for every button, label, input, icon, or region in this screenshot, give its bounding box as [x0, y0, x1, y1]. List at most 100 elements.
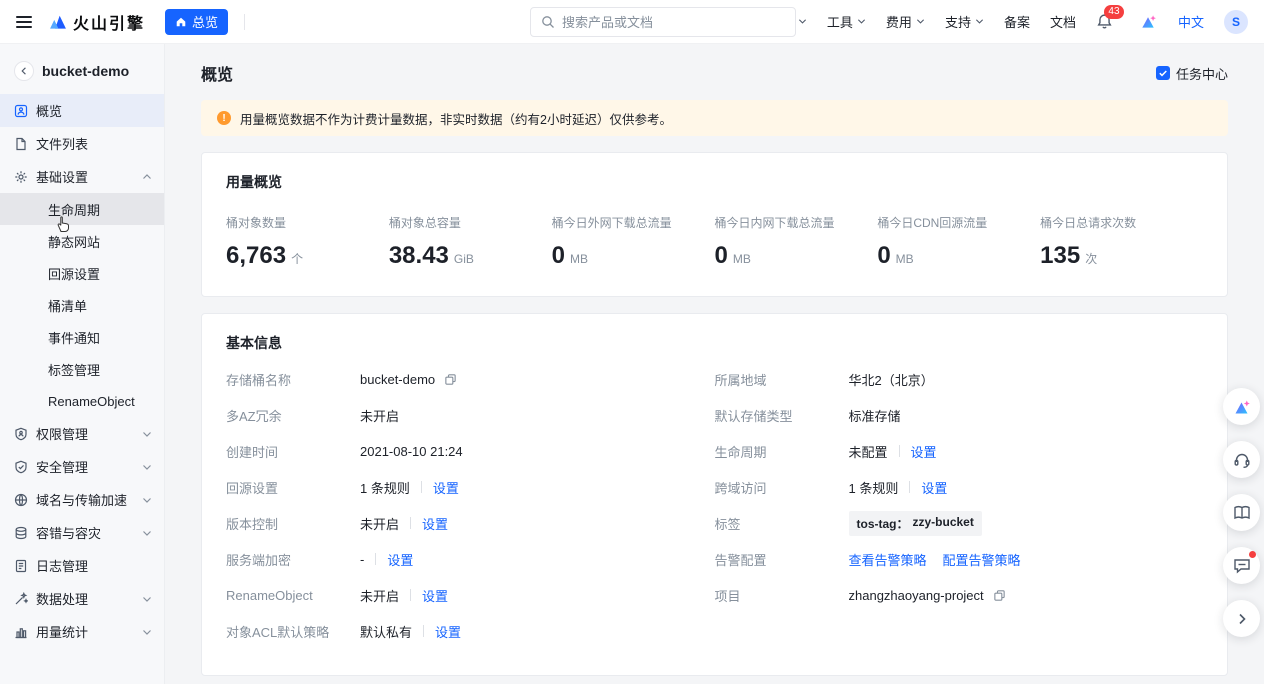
divider — [410, 517, 411, 529]
cors-settings-link[interactable]: 设置 — [921, 478, 947, 497]
language-switcher[interactable]: 中文 — [1178, 12, 1204, 31]
brand-name: 火山引擎 — [73, 10, 145, 34]
origin-settings-link[interactable]: 设置 — [433, 478, 459, 497]
stat-unit: MB — [733, 252, 751, 266]
rename-settings-link[interactable]: 设置 — [422, 586, 448, 605]
tag-key: tos-tag： — [857, 515, 909, 532]
stat-object-count: 桶对象数量 6,763个 — [226, 214, 389, 270]
sidebar-subitem-label: RenameObject — [48, 394, 135, 409]
magic-wand-icon — [14, 592, 28, 606]
nav-tools-label: 工具 — [827, 12, 853, 31]
nav-tools[interactable]: 工具 — [827, 12, 866, 31]
brand-logo[interactable]: 火山引擎 — [48, 10, 145, 34]
sidebar-subitem-label: 生命周期 — [48, 200, 100, 219]
collapse-float-button[interactable] — [1223, 600, 1260, 637]
sidebar-subitem-bucket-inventory[interactable]: 桶清单 — [0, 289, 164, 321]
nav-docs[interactable]: 文档 — [1050, 12, 1076, 31]
support-float-button[interactable] — [1223, 441, 1260, 478]
sidebar-item-log-management[interactable]: 日志管理 — [0, 549, 164, 582]
search-box[interactable] — [530, 7, 796, 37]
sidebar-item-label: 用量统计 — [36, 622, 88, 641]
log-document-icon — [14, 559, 28, 573]
hamburger-menu-icon[interactable] — [16, 16, 32, 28]
sidebar-item-security-management[interactable]: 安全管理 — [0, 450, 164, 483]
sidebar-item-label: 权限管理 — [36, 424, 88, 443]
sidebar-item-label: 文件列表 — [36, 134, 88, 153]
sidebar-item-usage-statistics[interactable]: 用量统计 — [0, 615, 164, 648]
bucket-title: bucket-demo — [42, 63, 129, 79]
sidebar-subitem-tag-management[interactable]: 标签管理 — [0, 353, 164, 385]
configure-alarm-policy-link[interactable]: 配置告警策略 — [943, 550, 1021, 569]
nav-support[interactable]: 支持 — [945, 12, 984, 31]
sidebar-item-basic-settings[interactable]: 基础设置 — [0, 160, 164, 193]
feedback-float-button[interactable] — [1223, 547, 1260, 584]
shield-check-icon — [14, 460, 28, 474]
chevron-left-icon — [19, 66, 29, 76]
docs-float-button[interactable] — [1223, 494, 1260, 531]
row-multi-az: 多AZ冗余 未开启 — [226, 397, 715, 433]
row-region: 所属地域 华北2（北京） — [715, 361, 1204, 397]
rewards-icon[interactable] — [1139, 12, 1158, 31]
lifecycle-settings-link[interactable]: 设置 — [911, 442, 937, 461]
versioning-settings-link[interactable]: 设置 — [422, 514, 448, 533]
sidebar-item-label: 安全管理 — [36, 457, 88, 476]
row-created-time: 创建时间 2021-08-10 21:24 — [226, 433, 715, 469]
view-alarm-policy-link[interactable]: 查看告警策略 — [849, 550, 927, 569]
row-project: 项目 zhangzhaoyang-project — [715, 577, 1204, 613]
stat-external-download: 桶今日外网下载总流量 0MB — [552, 214, 715, 270]
rewards-float-button[interactable] — [1223, 388, 1260, 425]
row-storage-class: 默认存储类型 标准存储 — [715, 397, 1204, 433]
sidebar-item-label: 域名与传输加速 — [36, 490, 127, 509]
sidebar-subitem-event-notification[interactable]: 事件通知 — [0, 321, 164, 353]
sidebar-item-domain-acceleration[interactable]: 域名与传输加速 — [0, 483, 164, 516]
sidebar-item-overview[interactable]: 概览 — [0, 94, 164, 127]
card-title: 基本信息 — [226, 333, 1203, 353]
divider — [375, 553, 376, 565]
volcano-rewards-icon — [1232, 397, 1252, 417]
row-encryption: 服务端加密 - 设置 — [226, 541, 715, 577]
nav-icp[interactable]: 备案 — [1004, 12, 1030, 31]
divider — [899, 445, 900, 457]
back-button[interactable] — [14, 61, 34, 81]
home-icon — [175, 16, 187, 28]
headset-icon — [1232, 450, 1252, 470]
divider — [421, 481, 422, 493]
stat-unit: 个 — [291, 250, 303, 267]
sidebar-item-fault-tolerance[interactable]: 容错与容灾 — [0, 516, 164, 549]
card-title: 用量概览 — [226, 172, 1203, 192]
sidebar-item-data-processing[interactable]: 数据处理 — [0, 582, 164, 615]
sidebar-item-permission-management[interactable]: 权限管理 — [0, 417, 164, 450]
copy-icon[interactable] — [993, 589, 1006, 602]
encryption-settings-link[interactable]: 设置 — [387, 550, 413, 569]
header-divider — [244, 14, 245, 30]
stat-value: 6,763 — [226, 242, 286, 270]
notification-dot — [1249, 551, 1256, 558]
basic-info-right-column: 所属地域 华北2（北京） 默认存储类型 标准存储 生命周期 未配置 设置 — [715, 361, 1204, 649]
notice-banner: ! 用量概览数据不作为计费计量数据，非实时数据（约有2小时延迟）仅供参考。 — [201, 100, 1228, 136]
sidebar-subitem-lifecycle[interactable]: 生命周期 — [0, 193, 164, 225]
sidebar-subitem-origin-settings[interactable]: 回源设置 — [0, 257, 164, 289]
sidebar-subitem-label: 标签管理 — [48, 360, 100, 379]
overview-icon — [14, 104, 28, 118]
task-center-button[interactable]: 任务中心 — [1156, 64, 1228, 83]
stat-value: 38.43 — [389, 242, 449, 270]
nav-docs-label: 文档 — [1050, 12, 1076, 31]
warning-icon: ! — [217, 111, 231, 125]
nav-billing[interactable]: 费用 — [886, 12, 925, 31]
acl-settings-link[interactable]: 设置 — [435, 622, 461, 641]
main-content: 概览 任务中心 ! 用量概览数据不作为计费计量数据，非实时数据（约有2小时延迟）… — [165, 44, 1264, 684]
chevron-down-icon — [798, 17, 807, 26]
user-avatar[interactable]: S — [1224, 10, 1248, 34]
copy-icon[interactable] — [444, 373, 457, 386]
sidebar-subitem-label: 静态网站 — [48, 232, 100, 251]
console-overview-button[interactable]: 总览 — [165, 9, 228, 35]
sidebar-subitem-label: 事件通知 — [48, 328, 100, 347]
sidebar-item-label: 数据处理 — [36, 589, 88, 608]
row-bucket-name: 存储桶名称 bucket-demo — [226, 361, 715, 397]
search-input[interactable] — [562, 15, 785, 30]
sidebar-item-file-list[interactable]: 文件列表 — [0, 127, 164, 160]
row-lifecycle: 生命周期 未配置 设置 — [715, 433, 1204, 469]
sidebar-subitem-static-website[interactable]: 静态网站 — [0, 225, 164, 257]
sidebar-subitem-rename-object[interactable]: RenameObject — [0, 385, 164, 417]
notifications-button[interactable]: 43 — [1096, 13, 1113, 30]
